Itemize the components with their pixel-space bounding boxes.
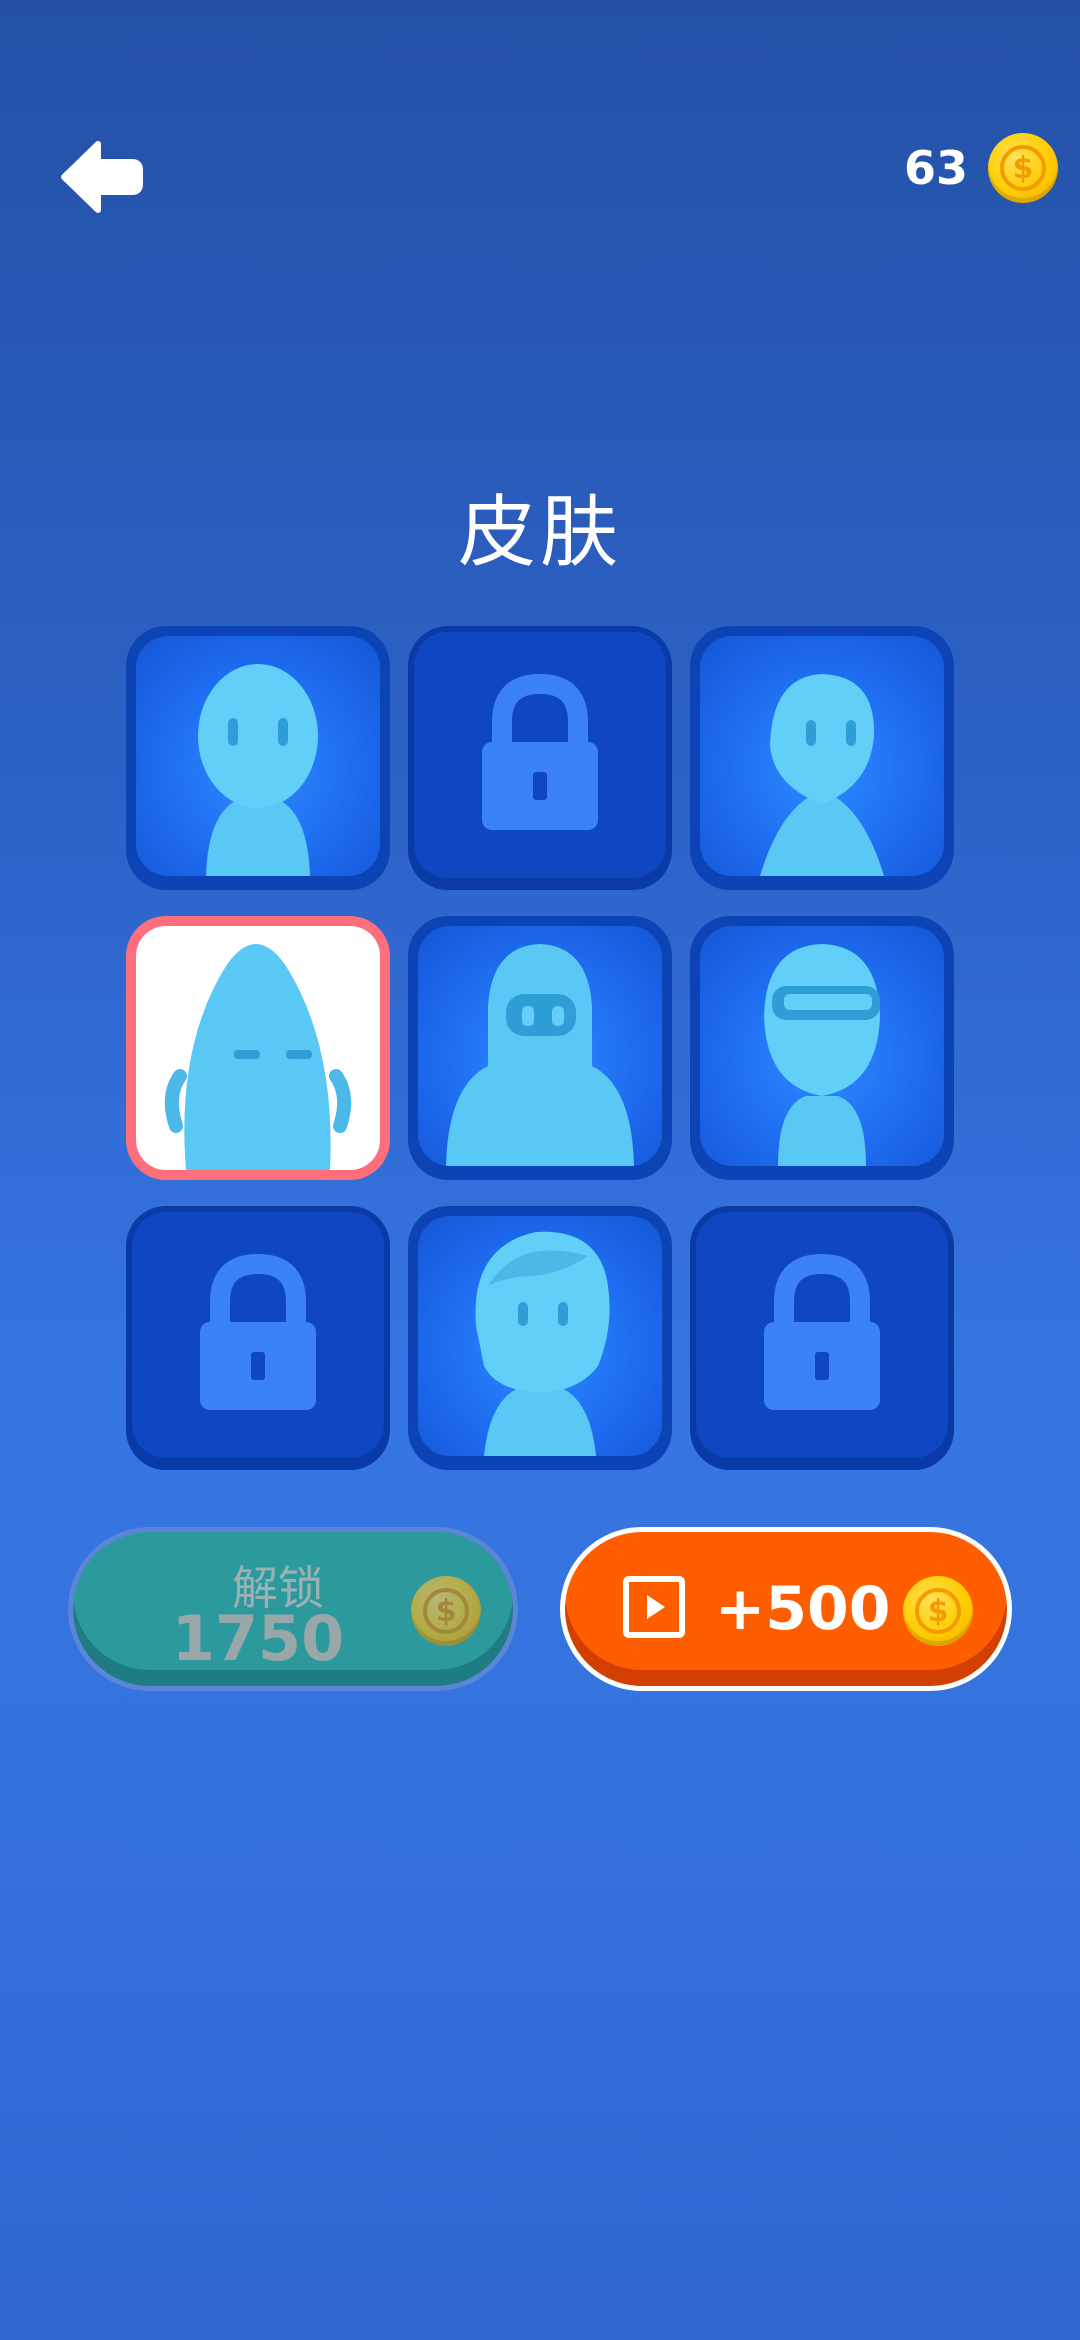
lock-icon [482,673,598,830]
character-hooded-visor-icon [446,944,634,1166]
character-helmet-visor-icon [764,944,880,1166]
skin-tile-2-locked[interactable] [408,626,672,890]
skin-tile-3[interactable] [690,626,954,890]
skin-tile-6[interactable] [690,916,954,1180]
skin-tile-1[interactable] [126,626,390,890]
skin-tile-4-selected[interactable] [126,916,390,1180]
dollar-coin-icon: $ [903,1576,973,1646]
unlock-button[interactable]: 解锁 1750 $ [68,1527,518,1691]
arrow-left-icon [61,141,143,213]
watch-video-reward-button[interactable]: +500 $ [560,1527,1012,1691]
coin-count: 63 [903,141,968,195]
play-video-icon [623,1576,685,1638]
skin-grid [126,626,954,1470]
lock-icon [200,1253,316,1410]
reward-amount: +500 [715,1574,891,1644]
back-button[interactable] [58,138,144,216]
skin-tile-8[interactable] [408,1206,672,1470]
skin-tile-5[interactable] [408,916,672,1180]
unlock-price: 1750 [171,1602,345,1675]
character-round-head-icon [198,664,318,876]
skin-tile-9-locked[interactable] [690,1206,954,1470]
character-pointy-head-icon [760,674,884,876]
coin-balance: 63 $ [904,128,1058,208]
dollar-coin-icon: $ [988,133,1058,203]
character-hair-icon [475,1231,610,1456]
lock-icon [764,1253,880,1410]
page-title: 皮肤 [457,488,622,578]
dollar-coin-icon: $ [411,1576,481,1646]
character-tall-blob-icon [164,944,352,1170]
skin-tile-7-locked[interactable] [126,1206,390,1470]
